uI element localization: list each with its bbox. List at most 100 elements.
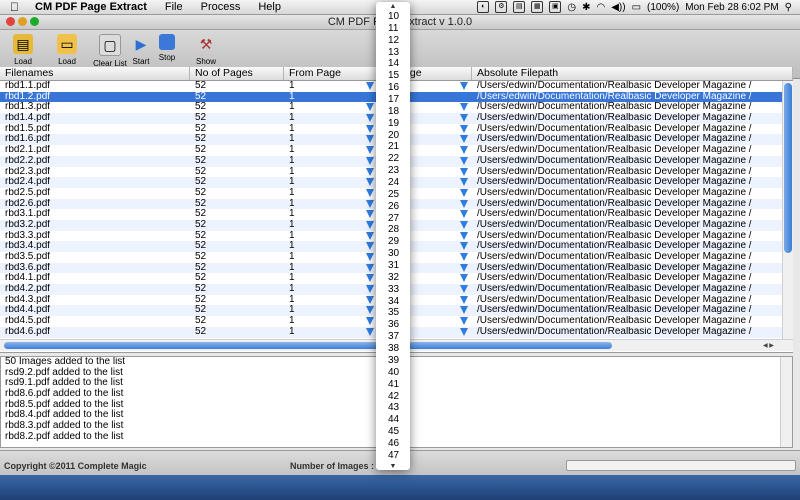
to-page-dropdown-icon[interactable] — [460, 306, 468, 315]
dropdown-option[interactable]: 16 — [376, 82, 410, 94]
dropdown-option[interactable]: 29 — [376, 236, 410, 248]
volume-icon[interactable]: ◀)) — [611, 2, 625, 13]
dropdown-option[interactable]: 42 — [376, 391, 410, 403]
to-page-dropdown-icon[interactable] — [460, 285, 468, 294]
status-icon-3[interactable]: ▤ — [513, 1, 526, 13]
dropdown-option[interactable]: 15 — [376, 70, 410, 82]
from-page-dropdown-icon[interactable] — [366, 295, 374, 304]
dropdown-option[interactable]: 26 — [376, 201, 410, 213]
cell-from-page[interactable]: 1 — [284, 81, 369, 92]
status-icon-4[interactable]: ▦ — [531, 1, 544, 13]
to-page-dropdown-icon[interactable] — [460, 156, 468, 165]
cell-from-page[interactable]: 1 — [284, 327, 369, 338]
from-page-dropdown-icon[interactable] — [366, 82, 374, 90]
dropdown-option[interactable]: 27 — [376, 213, 410, 225]
dropdown-option[interactable]: 46 — [376, 438, 410, 450]
cell-from-page[interactable]: 1 — [284, 252, 369, 263]
column-header-from-page[interactable]: From Page — [284, 67, 378, 80]
to-page-dropdown-icon[interactable] — [460, 231, 468, 240]
from-page-dropdown-icon[interactable] — [366, 114, 374, 123]
from-page-dropdown-icon[interactable] — [366, 231, 374, 240]
dropdown-option[interactable]: 13 — [376, 47, 410, 59]
dropdown-option[interactable]: 11 — [376, 23, 410, 35]
to-page-dropdown-icon[interactable] — [460, 124, 468, 133]
battery-icon[interactable]: ▭ — [632, 2, 641, 13]
to-page-dropdown-icon[interactable] — [460, 263, 468, 272]
from-page-dropdown-icon[interactable] — [366, 167, 374, 176]
to-page-dropdown-icon[interactable] — [460, 103, 468, 112]
menu-help[interactable]: Help — [258, 1, 281, 13]
cell-from-page[interactable]: 1 — [284, 231, 369, 242]
to-page-dropdown-icon[interactable] — [460, 178, 468, 187]
from-page-dropdown-icon[interactable] — [366, 327, 374, 336]
dropdown-option[interactable]: 34 — [376, 296, 410, 308]
column-header-path[interactable]: Absolute Filepath — [472, 67, 793, 80]
dropdown-option[interactable]: 44 — [376, 414, 410, 426]
status-icon-1[interactable]: ◐ — [477, 1, 490, 13]
from-page-dropdown-icon[interactable] — [366, 188, 374, 197]
menu-app-name[interactable]: CM PDF Page Extract — [35, 1, 147, 13]
to-page-dropdown-icon[interactable] — [460, 167, 468, 176]
from-page-dropdown-icon[interactable] — [366, 156, 374, 165]
to-page-dropdown-icon[interactable] — [460, 242, 468, 251]
column-header-filenames[interactable]: Filenames — [0, 67, 190, 80]
dropdown-option[interactable]: 38 — [376, 343, 410, 355]
dropdown-option[interactable]: 18 — [376, 106, 410, 118]
to-page-dropdown-icon[interactable] — [460, 82, 468, 90]
cell-from-page[interactable]: 1 — [284, 220, 369, 231]
cell-from-page[interactable]: 1 — [284, 305, 369, 316]
dropdown-option[interactable]: 22 — [376, 153, 410, 165]
dropdown-option[interactable]: 41 — [376, 379, 410, 391]
cell-from-page[interactable]: 1 — [284, 167, 369, 178]
menu-file[interactable]: File — [165, 1, 183, 13]
from-page-dropdown-icon[interactable] — [366, 135, 374, 144]
to-page-dropdown-icon[interactable] — [460, 114, 468, 123]
cell-from-page[interactable]: 1 — [284, 316, 369, 327]
from-page-dropdown-icon[interactable] — [366, 242, 374, 251]
to-page-dropdown-icon[interactable] — [460, 92, 468, 101]
dropdown-option[interactable]: 31 — [376, 260, 410, 272]
dropdown-option[interactable]: 12 — [376, 35, 410, 47]
column-header-pages[interactable]: No of Pages — [190, 67, 284, 80]
cell-from-page[interactable]: 1 — [284, 134, 369, 145]
from-page-dropdown-icon[interactable] — [366, 317, 374, 326]
from-page-dropdown-icon[interactable] — [366, 146, 374, 155]
to-page-dropdown-icon[interactable] — [460, 146, 468, 155]
to-page-dropdown-icon[interactable] — [460, 210, 468, 219]
from-page-dropdown-icon[interactable] — [366, 103, 374, 112]
dropdown-option[interactable]: 20 — [376, 130, 410, 142]
dropdown-option[interactable]: 43 — [376, 402, 410, 414]
wifi-icon[interactable]: ◠ — [596, 2, 605, 13]
from-page-dropdown-icon[interactable] — [366, 178, 374, 187]
to-page-dropdown-icon[interactable] — [460, 253, 468, 261]
from-page-dropdown-icon[interactable] — [366, 124, 374, 133]
cell-from-page[interactable]: 1 — [284, 241, 369, 252]
from-page-dropdown-icon[interactable] — [366, 210, 374, 219]
scroll-arrows-icon[interactable]: ◀ ▶ — [763, 342, 774, 349]
cell-from-page[interactable]: 1 — [284, 273, 369, 284]
dropdown-option[interactable]: 47 — [376, 450, 410, 462]
time-machine-icon[interactable]: ◷ — [567, 2, 576, 13]
from-page-dropdown-icon[interactable] — [366, 274, 374, 283]
to-page-dropdown-icon[interactable] — [460, 199, 468, 208]
spotlight-icon[interactable]: ⚲ — [785, 2, 792, 13]
dropdown-option[interactable]: 45 — [376, 426, 410, 438]
clock[interactable]: Mon Feb 28 6:02 PM — [685, 2, 778, 13]
dropdown-option[interactable]: 28 — [376, 224, 410, 236]
dropdown-option[interactable]: 24 — [376, 177, 410, 189]
dropdown-option[interactable]: 33 — [376, 284, 410, 296]
dropdown-option[interactable]: 35 — [376, 307, 410, 319]
from-page-dropdown-icon[interactable] — [366, 306, 374, 315]
log-scrollbar[interactable] — [780, 357, 792, 447]
cell-from-page[interactable]: 1 — [284, 102, 369, 113]
cell-from-page[interactable]: 1 — [284, 295, 369, 306]
from-page-dropdown-icon[interactable] — [366, 92, 374, 101]
from-page-dropdown-icon[interactable] — [366, 253, 374, 261]
from-page-dropdown-icon[interactable] — [366, 220, 374, 229]
to-page-dropdown-icon[interactable] — [460, 295, 468, 304]
cell-from-page[interactable]: 1 — [284, 188, 369, 199]
cell-from-page[interactable]: 1 — [284, 199, 369, 210]
to-page-dropdown-icon[interactable] — [460, 220, 468, 229]
dropdown-option[interactable]: 17 — [376, 94, 410, 106]
dropdown-option[interactable]: 25 — [376, 189, 410, 201]
